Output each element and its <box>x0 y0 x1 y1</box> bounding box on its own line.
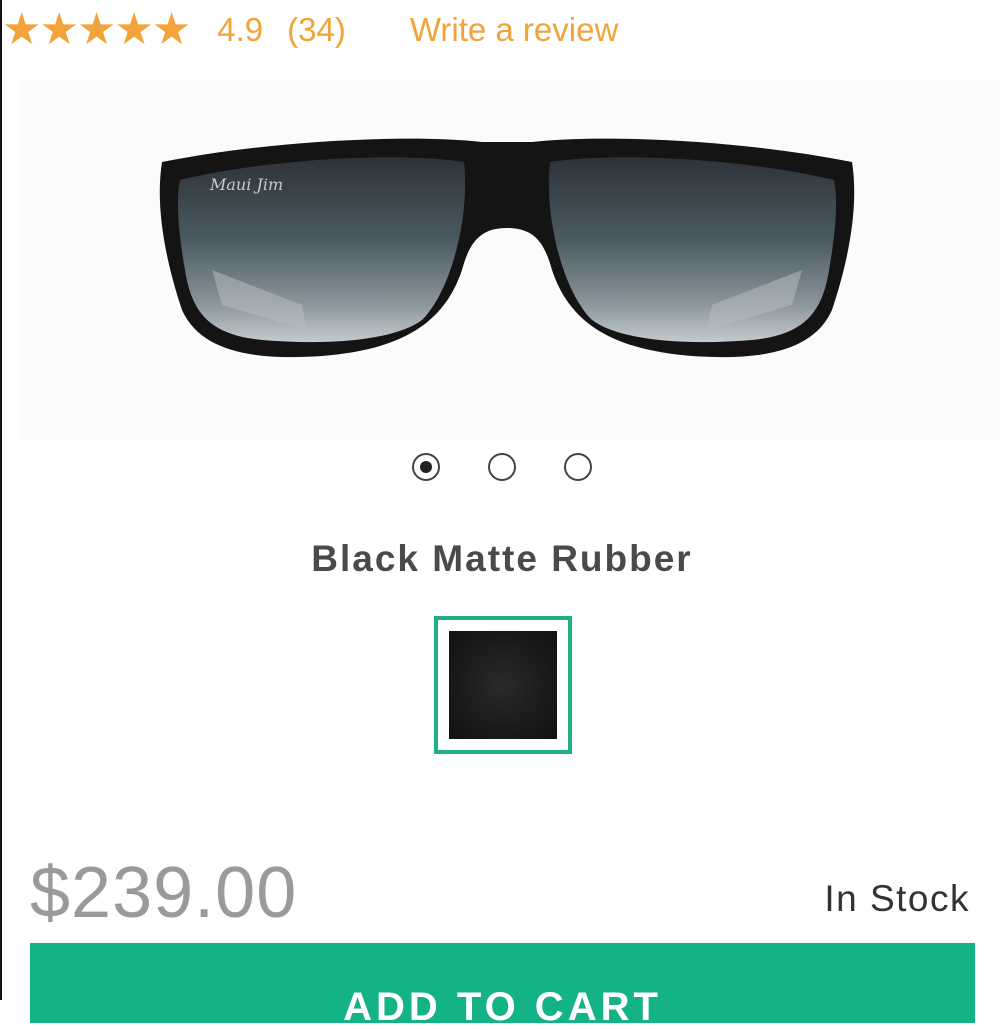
image-carousel-dots <box>2 453 1000 481</box>
svg-text:Maui Jim: Maui Jim <box>209 175 283 194</box>
swatch-fill <box>449 631 557 739</box>
rating-score: 4.9 <box>217 11 264 48</box>
star-icon: ★ <box>39 5 79 54</box>
star-icon: ★ <box>114 5 154 54</box>
star-icon: ★ <box>151 5 192 54</box>
product-image[interactable]: Maui Jim <box>152 120 862 380</box>
rating-stars: ★ ★ ★ ★ ★ <box>2 5 192 54</box>
rating-count: (34) <box>287 11 346 48</box>
color-name: Black Matte Rubber <box>311 538 693 579</box>
stock-status: In Stock <box>824 878 970 919</box>
rating-row: ★ ★ ★ ★ ★ 4.9 (34) Write a review <box>2 6 618 54</box>
add-to-cart-button[interactable]: ADD TO CART <box>30 943 975 1029</box>
write-review-link[interactable]: Write a review <box>410 11 618 49</box>
carousel-dot-icon[interactable] <box>488 453 516 481</box>
product-price: $239.00 <box>30 853 298 933</box>
star-icon: ★ <box>2 5 42 54</box>
color-swatch-selected[interactable] <box>434 616 572 754</box>
carousel-dot-icon[interactable] <box>412 453 440 481</box>
star-icon: ★ <box>76 5 117 54</box>
carousel-dot-icon[interactable] <box>564 453 592 481</box>
